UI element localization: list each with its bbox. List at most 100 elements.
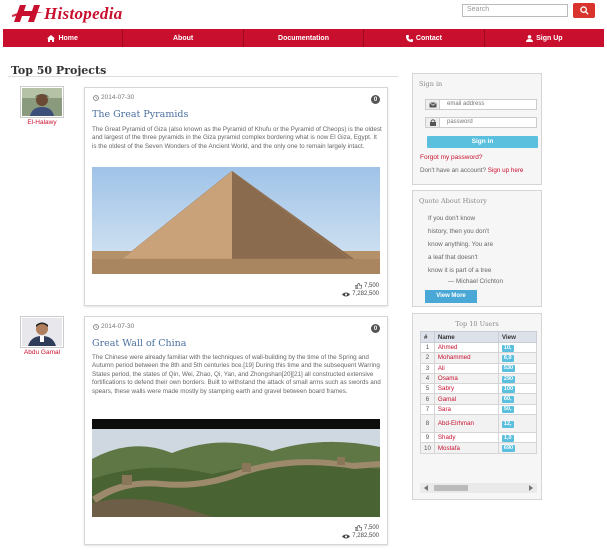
- email-placeholder: email address: [447, 101, 485, 107]
- nav-signup-label: Sign Up: [536, 34, 563, 42]
- eye-icon: [342, 292, 351, 296]
- search-icon: [579, 6, 589, 15]
- post-title[interactable]: Great Wall of China: [92, 338, 186, 349]
- user-views: 1,0: [501, 434, 514, 442]
- user-views-cell: 60,: [497, 393, 538, 405]
- nav-documentation[interactable]: Documentation: [244, 29, 365, 47]
- user-views: 690: [501, 445, 516, 453]
- title-divider: [8, 76, 398, 77]
- user-rank: 4: [420, 372, 435, 385]
- column-header-name: Name: [433, 331, 499, 343]
- likes[interactable]: 7,500: [342, 282, 379, 290]
- user-name[interactable]: Sabry: [433, 383, 499, 395]
- post-author[interactable]: El-Halawy: [20, 86, 64, 127]
- logo[interactable]: Histopedia: [12, 3, 122, 25]
- nav-about[interactable]: About: [123, 29, 244, 47]
- signin-panel: Sign in email address password Sign in F…: [412, 73, 542, 185]
- signup-prompt: Don't have an account? Sign up here: [420, 167, 540, 176]
- envelope-icon: [426, 100, 440, 109]
- views: 7,282,500: [342, 532, 379, 540]
- user-name[interactable]: Ali: [433, 362, 499, 374]
- user-name[interactable]: Gamal: [433, 393, 499, 405]
- likes-count: 7,500: [363, 283, 379, 289]
- user-views: 6,9: [501, 354, 514, 362]
- avatar-image: [22, 88, 62, 116]
- views-count: 7,282,500: [352, 291, 379, 297]
- user-rank: 10: [420, 442, 435, 454]
- search-button[interactable]: [573, 3, 595, 18]
- author-name: El-Halawy: [27, 119, 57, 126]
- password-field[interactable]: password: [425, 117, 537, 128]
- user-rank: 8: [420, 414, 435, 434]
- signin-button[interactable]: Sign in: [427, 136, 538, 148]
- view-more-button[interactable]: View More: [425, 290, 477, 303]
- user-name[interactable]: Mostafa: [433, 442, 499, 454]
- comment-count-badge[interactable]: 0: [371, 324, 380, 333]
- table-row: 9 Shady 1,0: [420, 432, 538, 444]
- post-card: 2014-07-30 0 Great Wall of China The Chi…: [84, 316, 388, 545]
- horizontal-scrollbar[interactable]: [420, 483, 537, 493]
- user-views-cell: 100: [497, 383, 538, 395]
- thumbs-up-icon: [354, 525, 362, 531]
- user-rank: 5: [420, 383, 435, 395]
- user-name[interactable]: Abd-Elrhman: [433, 414, 499, 434]
- likes[interactable]: 7,500: [342, 524, 379, 532]
- post-title[interactable]: The Great Pyramids: [92, 109, 188, 120]
- quote-line: If you don't know: [428, 215, 476, 222]
- quote-title: Quote About History: [419, 197, 487, 205]
- scroll-thumb: [434, 485, 468, 491]
- user-name[interactable]: Sara: [433, 403, 499, 416]
- thumbs-up-icon: [354, 283, 362, 289]
- nav-home-label: Home: [58, 34, 78, 42]
- nav-contact[interactable]: Contact: [364, 29, 485, 47]
- user-name[interactable]: Shady: [433, 432, 499, 444]
- forgot-password-link[interactable]: Forgot my password?: [420, 154, 483, 161]
- search-placeholder: Search: [467, 6, 490, 13]
- nav-about-label: About: [173, 34, 194, 42]
- user-rank: 3: [420, 362, 435, 374]
- post-image-pyramid: [92, 167, 380, 274]
- user-views-cell: 10,: [497, 341, 538, 354]
- post-date: 2014-07-30: [93, 323, 134, 330]
- table-row: 2 Mohammed 6,9: [420, 352, 538, 364]
- nav-contact-label: Contact: [415, 34, 442, 42]
- user-views: 10,: [501, 344, 514, 352]
- top-users-title: Top 10 Users: [455, 320, 499, 328]
- post-body: The Chinese were already familiar with t…: [92, 354, 381, 395]
- nav-signup[interactable]: Sign Up: [485, 29, 604, 47]
- table-header-row: # Name View: [420, 331, 538, 343]
- top-users-table: # Name View 1 Ahmed 10, 2 Mohammed 6,9 3 Ali 5…: [420, 331, 538, 454]
- table-row: 3 Ali 530: [420, 362, 538, 374]
- table-row: 6 Gamal 60,: [420, 393, 538, 405]
- search-input[interactable]: Search: [462, 4, 568, 17]
- table-row: 1 Ahmed 10,: [420, 341, 538, 354]
- signup-link[interactable]: Sign up here: [488, 167, 524, 174]
- user-name[interactable]: Osama: [433, 372, 499, 385]
- table-row: 8 Abd-Elrhman 12,: [420, 414, 538, 434]
- post-body: The Great Pyramid of Giza (also known as…: [92, 126, 382, 150]
- user-views: 60,: [501, 396, 514, 404]
- views-count: 7,282,500: [352, 533, 379, 539]
- phone-icon: [405, 34, 413, 42]
- table-row: 7 Sara 50,: [420, 403, 538, 416]
- comment-count-badge[interactable]: 0: [371, 95, 380, 104]
- nav-home[interactable]: Home: [3, 29, 124, 47]
- user-icon: [526, 34, 534, 42]
- header: Histopedia Search: [0, 0, 607, 30]
- email-field[interactable]: email address: [425, 99, 537, 110]
- user-views: 12,: [501, 420, 514, 428]
- table-row: 5 Sabry 100: [420, 383, 538, 395]
- quote-line: history, then you don't: [428, 228, 489, 235]
- user-views-cell: 530: [497, 362, 538, 374]
- clock-icon: [93, 94, 99, 101]
- user-name[interactable]: Ahmed: [433, 341, 499, 354]
- post-stats: 7,500 7,282,500: [342, 282, 379, 298]
- post-author[interactable]: Abdu Gamal: [20, 316, 64, 357]
- no-account-text: Don't have an account?: [420, 167, 486, 174]
- user-views-cell: 690: [497, 442, 538, 454]
- quote-line: know anything. You are: [428, 241, 494, 248]
- user-name[interactable]: Mohammed: [433, 352, 499, 364]
- user-rank: 6: [420, 393, 435, 405]
- post-date-text: 2014-07-30: [101, 323, 135, 330]
- user-views: 50,: [501, 406, 514, 414]
